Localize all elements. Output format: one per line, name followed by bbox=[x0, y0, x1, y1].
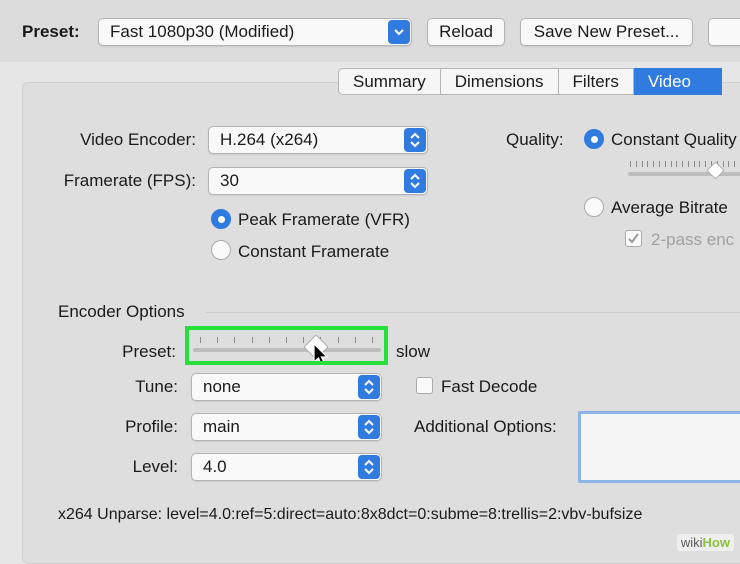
updown-chevron-icon bbox=[358, 455, 380, 479]
level-select[interactable]: 4.0 bbox=[191, 453, 382, 481]
two-pass-checkbox[interactable] bbox=[625, 230, 642, 247]
constant-framerate-radio[interactable] bbox=[211, 240, 231, 260]
framerate-value: 30 bbox=[220, 171, 239, 190]
video-encoder-value: H.264 (x264) bbox=[220, 130, 319, 149]
updown-chevron-icon bbox=[404, 128, 426, 152]
tab-filters[interactable]: Filters bbox=[558, 68, 634, 95]
encoder-preset-label: Preset: bbox=[122, 342, 176, 361]
quality-slider-tick bbox=[676, 161, 678, 167]
tune-select[interactable]: none bbox=[191, 373, 382, 401]
quality-slider-tick bbox=[722, 161, 724, 167]
additional-options-label: Additional Options: bbox=[414, 417, 557, 436]
tab-bar: Summary Dimensions Filters Video bbox=[338, 68, 723, 95]
quality-slider-tick bbox=[687, 161, 689, 167]
quality-slider-tick bbox=[699, 161, 701, 167]
quality-slider-tick bbox=[693, 161, 695, 167]
tune-value: none bbox=[203, 377, 241, 396]
quality-slider-tick bbox=[658, 161, 660, 167]
constant-quality-label: Constant Quality bbox=[611, 130, 737, 149]
fast-decode-checkbox[interactable] bbox=[416, 377, 433, 394]
watermark: wikiHow bbox=[676, 534, 734, 551]
tune-label: Tune: bbox=[135, 377, 178, 396]
average-bitrate-radio[interactable] bbox=[584, 197, 604, 217]
two-pass-label: 2-pass enc bbox=[651, 230, 735, 249]
chevron-down-icon bbox=[388, 20, 410, 44]
video-encoder-label: Video Encoder: bbox=[80, 130, 196, 149]
video-encoder-select[interactable]: H.264 (x264) bbox=[208, 126, 428, 154]
profile-select[interactable]: main bbox=[191, 413, 382, 441]
checkmark-icon bbox=[628, 233, 639, 244]
watermark-how: How bbox=[702, 535, 730, 550]
settings-panel bbox=[22, 82, 740, 564]
more-button[interactable] bbox=[708, 18, 740, 46]
quality-slider-tick bbox=[641, 161, 643, 167]
quality-slider-tick bbox=[653, 161, 655, 167]
updown-chevron-icon bbox=[404, 169, 426, 193]
constant-framerate-label: Constant Framerate bbox=[238, 242, 390, 261]
updown-chevron-icon bbox=[358, 415, 380, 439]
additional-options-input[interactable] bbox=[578, 411, 740, 483]
highlight-box bbox=[185, 326, 388, 365]
constant-quality-radio[interactable] bbox=[584, 129, 604, 149]
quality-label: Quality: bbox=[506, 130, 564, 149]
preset-slider-value: slow bbox=[396, 342, 431, 361]
x264-unparse-text: x264 Unparse: level=4.0:ref=5:direct=aut… bbox=[58, 506, 643, 523]
tab-summary[interactable]: Summary bbox=[338, 68, 441, 95]
quality-slider-tick bbox=[682, 161, 684, 167]
peak-framerate-radio[interactable] bbox=[211, 209, 231, 229]
preset-label: Preset: bbox=[22, 22, 80, 41]
quality-slider-tick bbox=[705, 161, 707, 167]
average-bitrate-label: Average Bitrate bbox=[611, 198, 728, 217]
profile-label: Profile: bbox=[125, 417, 178, 436]
watermark-wiki: wiki bbox=[680, 535, 703, 550]
preset-select-value: Fast 1080p30 (Modified) bbox=[110, 22, 295, 41]
peak-framerate-label: Peak Framerate (VFR) bbox=[238, 210, 410, 229]
level-label: Level: bbox=[132, 457, 178, 476]
section-divider bbox=[206, 312, 740, 313]
quality-slider-tick bbox=[635, 161, 637, 167]
reload-button[interactable]: Reload bbox=[427, 18, 505, 46]
framerate-select[interactable]: 30 bbox=[208, 167, 428, 195]
quality-slider-tick bbox=[734, 161, 736, 167]
quality-slider-track[interactable] bbox=[628, 172, 740, 176]
profile-value: main bbox=[203, 417, 240, 436]
quality-slider-tick bbox=[630, 161, 631, 167]
quality-slider-tick bbox=[670, 161, 672, 167]
updown-chevron-icon bbox=[358, 375, 380, 399]
encoder-options-title: Encoder Options bbox=[58, 302, 185, 321]
quality-slider-tick bbox=[647, 161, 649, 167]
quality-slider-tick bbox=[664, 161, 666, 167]
quality-slider-tick bbox=[728, 161, 730, 167]
save-new-preset-button[interactable]: Save New Preset... bbox=[520, 18, 693, 46]
tab-video[interactable]: Video bbox=[633, 68, 723, 95]
level-value: 4.0 bbox=[203, 457, 227, 476]
framerate-label: Framerate (FPS): bbox=[63, 171, 196, 190]
tab-dimensions[interactable]: Dimensions bbox=[440, 68, 559, 95]
fast-decode-label: Fast Decode bbox=[441, 377, 538, 396]
preset-select[interactable]: Fast 1080p30 (Modified) bbox=[98, 18, 412, 46]
